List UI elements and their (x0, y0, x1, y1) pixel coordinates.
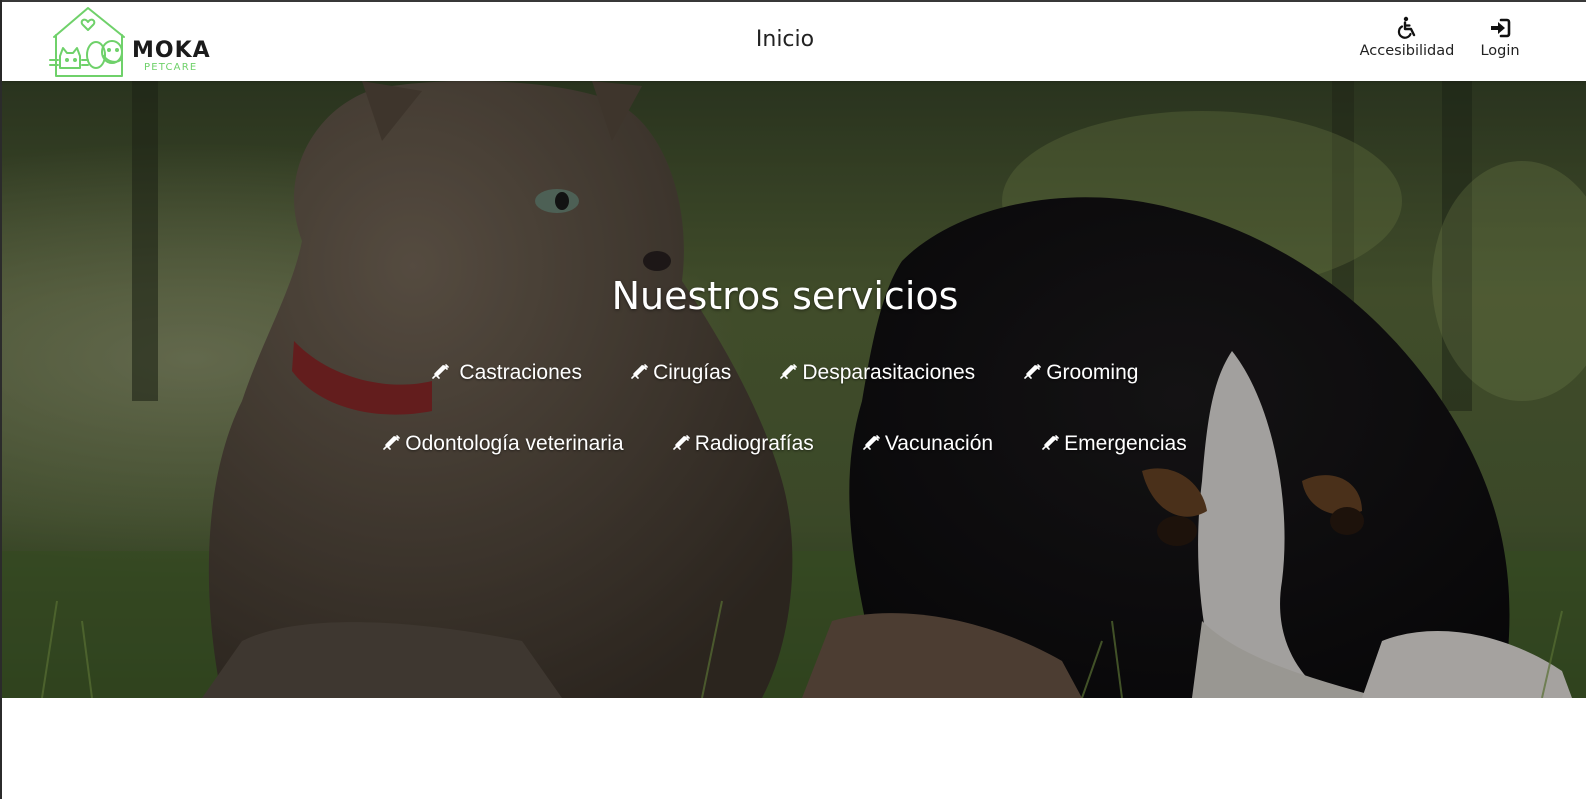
accessibility-button[interactable]: Accesibilidad (1352, 16, 1462, 60)
service-label: Cirugías (653, 361, 732, 384)
service-castraciones[interactable]: Castraciones (431, 359, 582, 387)
service-label: Emergencias (1064, 432, 1187, 455)
service-odontologia[interactable]: Odontología veterinaria (383, 430, 624, 458)
syringe-icon (780, 364, 798, 379)
syringe-icon (431, 364, 449, 379)
top-navbar: MOKA PETCARE Inicio Accesibilidad Login (2, 2, 1586, 81)
syringe-icon (863, 435, 880, 450)
syringe-icon (631, 364, 648, 379)
service-cirugias[interactable]: Cirugías (631, 359, 731, 387)
login-button[interactable]: Login (1472, 16, 1528, 60)
pet-house-logo-icon (49, 7, 125, 77)
services-heading: Nuestros servicios (611, 274, 959, 318)
brand-tagline: PETCARE (144, 62, 198, 73)
service-emergencias[interactable]: Emergencias (1042, 430, 1187, 458)
syringe-icon (1024, 364, 1042, 379)
service-desparasitaciones[interactable]: Desparasitaciones (780, 359, 975, 387)
service-label: Grooming (1046, 361, 1139, 384)
syringe-icon (1042, 435, 1059, 450)
hero-banner: Nuestros servicios Castraciones Cirugías… (2, 81, 1586, 698)
brand-name: MOKA (132, 38, 211, 63)
brand-logo[interactable]: MOKA PETCARE (46, 4, 216, 80)
syringe-icon (383, 435, 401, 450)
services-row-2: Odontología veterinaria Radiografías Vac… (2, 430, 1568, 458)
syringe-icon (672, 435, 690, 450)
login-label: Login (1480, 43, 1520, 59)
nav-link-inicio[interactable]: Inicio (742, 26, 828, 54)
accessibility-label: Accesibilidad (1359, 43, 1455, 59)
hero-dark-overlay (2, 81, 1586, 698)
wheelchair-icon (1397, 16, 1416, 39)
services-row-1: Castraciones Cirugías Desparasitaciones … (2, 359, 1568, 387)
sign-in-icon (1491, 18, 1511, 38)
service-label: Vacunación (884, 432, 994, 455)
service-grooming[interactable]: Grooming (1024, 359, 1138, 387)
service-vacunacion[interactable]: Vacunación (863, 430, 993, 458)
service-label: Desparasitaciones (802, 361, 976, 384)
service-label: Castraciones (459, 361, 582, 384)
service-label: Odontología veterinaria (405, 432, 624, 455)
service-label: Radiografías (694, 432, 814, 455)
service-radiografias[interactable]: Radiografías (672, 430, 814, 458)
